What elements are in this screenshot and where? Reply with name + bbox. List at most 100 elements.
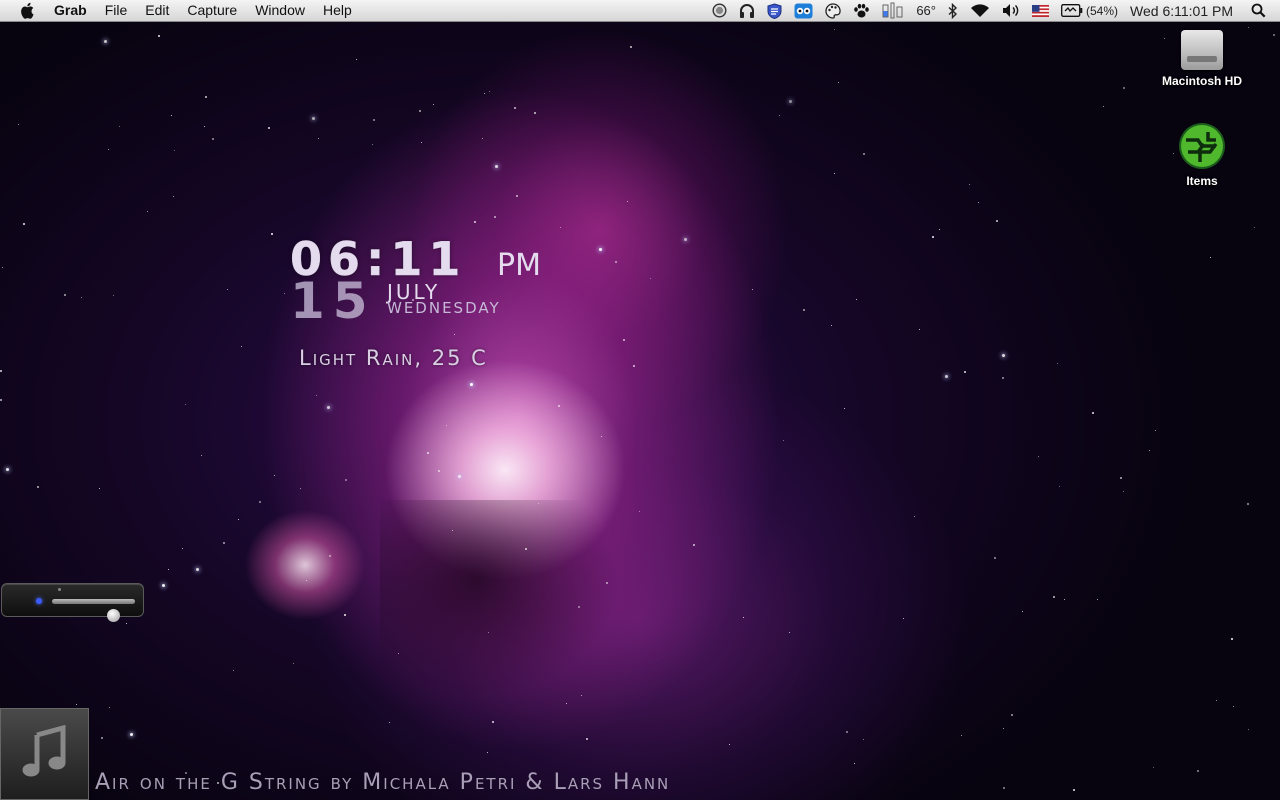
star <box>37 486 39 488</box>
star <box>173 196 174 197</box>
bluetooth-icon[interactable] <box>948 0 958 21</box>
star <box>271 233 273 235</box>
volume-icon[interactable] <box>1002 0 1020 21</box>
star <box>227 289 228 290</box>
star <box>684 238 687 241</box>
star <box>108 149 109 150</box>
menu-app-grab[interactable]: Grab <box>54 0 96 21</box>
menu-bar: Grab File Edit Capture Window Help 66° (… <box>0 0 1280 22</box>
star <box>903 618 904 619</box>
temperature-value[interactable]: 66° <box>916 0 936 21</box>
star <box>474 221 476 223</box>
star <box>241 346 242 347</box>
star <box>789 100 792 103</box>
star <box>834 173 835 174</box>
star <box>274 475 275 476</box>
star <box>525 548 527 550</box>
star <box>373 119 375 121</box>
desktop-icon-items[interactable]: Items <box>1147 122 1257 188</box>
star <box>104 40 107 43</box>
star <box>1149 450 1150 451</box>
star <box>1153 767 1154 768</box>
menu-window[interactable]: Window <box>246 0 314 21</box>
desktop-icon-label: Macintosh HD <box>1161 74 1242 88</box>
star <box>633 365 635 367</box>
volume-slider-track[interactable] <box>52 599 135 622</box>
star <box>454 334 455 335</box>
star <box>487 752 488 753</box>
palette-icon[interactable] <box>825 0 841 21</box>
star <box>516 195 518 197</box>
wifi-icon[interactable] <box>970 0 990 21</box>
star <box>81 297 82 298</box>
star <box>1254 227 1255 228</box>
headphones-icon[interactable] <box>739 0 755 21</box>
hardware-monitor-icon[interactable] <box>882 0 904 21</box>
desktop-icon-macintosh-hd[interactable]: Macintosh HD <box>1147 30 1257 88</box>
star <box>1073 789 1075 791</box>
shield-icon[interactable] <box>767 0 782 21</box>
star <box>398 653 399 654</box>
star <box>783 440 784 441</box>
widget-clock-day: 15 <box>290 272 376 330</box>
star <box>615 261 617 263</box>
star <box>1011 714 1013 716</box>
menu-help[interactable]: Help <box>314 0 361 21</box>
star <box>854 763 855 764</box>
clock-icon[interactable] <box>712 0 727 21</box>
star <box>372 144 373 145</box>
menu-file[interactable]: File <box>96 0 137 21</box>
star <box>185 404 186 405</box>
star <box>113 295 114 296</box>
star <box>329 555 331 557</box>
volume-slider-knob[interactable] <box>106 609 120 622</box>
star <box>2 267 3 268</box>
star <box>101 737 103 739</box>
star <box>1103 106 1104 107</box>
star <box>779 115 780 116</box>
star <box>1248 27 1249 28</box>
star <box>223 542 225 544</box>
star <box>470 383 473 386</box>
star <box>345 479 347 481</box>
star <box>1247 503 1249 505</box>
star <box>0 370 2 372</box>
desktop[interactable]: Grab File Edit Capture Window Help 66° (… <box>0 0 1280 800</box>
star <box>863 153 865 155</box>
star <box>119 126 120 127</box>
star <box>919 329 920 330</box>
battery-indicator[interactable]: (54%) <box>1061 0 1118 21</box>
menubar-clock[interactable]: Wed 6:11:01 PM <box>1130 0 1233 21</box>
star <box>1064 599 1065 600</box>
star <box>969 184 970 185</box>
star <box>650 278 651 279</box>
widget-weather: Light Rain, 25 C <box>299 346 488 370</box>
star <box>566 703 567 704</box>
star <box>1097 599 1098 600</box>
star <box>300 488 301 489</box>
star <box>419 110 421 112</box>
star <box>627 201 628 202</box>
apple-menu-icon[interactable] <box>20 2 36 19</box>
star <box>578 606 580 608</box>
star <box>1002 354 1005 357</box>
star <box>630 46 632 48</box>
now-playing-text: Air on the G String by Michala Petri & L… <box>95 770 671 795</box>
star <box>1273 34 1275 36</box>
star <box>452 530 453 531</box>
menu-edit[interactable]: Edit <box>136 0 178 21</box>
star <box>438 470 440 472</box>
paw-icon[interactable] <box>853 0 870 21</box>
menu-capture[interactable]: Capture <box>178 0 246 21</box>
star <box>489 91 490 92</box>
star <box>1053 596 1055 598</box>
us-flag-icon[interactable] <box>1032 0 1049 21</box>
album-artwork[interactable] <box>0 708 89 800</box>
star <box>1231 638 1233 640</box>
star <box>23 223 25 225</box>
star <box>1210 257 1211 258</box>
owl-icon[interactable] <box>794 0 813 21</box>
star <box>1002 377 1004 379</box>
spotlight-search-icon[interactable] <box>1251 0 1266 21</box>
volume-slider-widget[interactable] <box>1 583 144 622</box>
